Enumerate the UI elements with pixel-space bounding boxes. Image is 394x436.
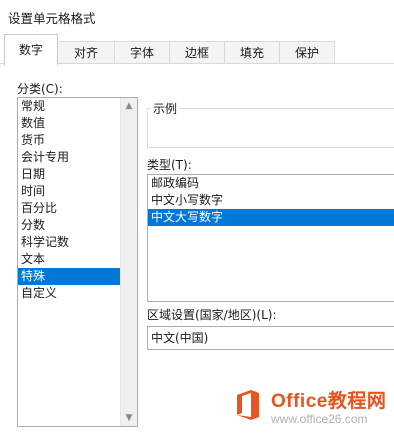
tab-border[interactable]: 边框 [169,41,225,64]
type-list-item[interactable]: 中文大写数字 [148,209,394,226]
tab-number[interactable]: 数字 [4,34,58,66]
type-listbox[interactable]: 邮政编码 中文小写数字 中文大写数字 [147,174,394,302]
tab-fill[interactable]: 填充 [224,41,280,64]
dialog-title: 设置单元格格式 [8,11,96,26]
tab-font[interactable]: 字体 [114,41,170,64]
tab-bar: 数字 对齐 字体 边框 填充 保护 [0,34,394,66]
locale-label: 区域设置(国家/地区)(L): [147,308,277,322]
watermark: Office教程网 www.office26.com [233,384,394,436]
type-label: 类型(T): [147,158,192,172]
type-list-item[interactable]: 中文小写数字 [148,192,394,209]
scroll-up-icon[interactable]: ▲ [121,98,137,114]
tab-protection[interactable]: 保护 [279,41,335,64]
watermark-brand: Office教程网 [271,391,387,412]
watermark-url: www.office26.com [271,412,368,426]
tab-alignment[interactable]: 对齐 [57,41,115,64]
category-listbox[interactable]: 常规 数值 货币 会计专用 日期 时间 百分比 分数 科学记数 文本 特殊 自定义 ▲ ▼ [17,97,138,427]
sample-group [147,108,394,148]
tab-divider [0,63,394,64]
office-logo-icon [237,390,259,420]
locale-select[interactable]: 中文(中国) [147,326,394,350]
sample-label: 示例 [151,100,180,117]
category-label: 分类(C): [17,82,63,96]
type-list-item[interactable]: 邮政编码 [148,175,394,192]
scroll-down-icon[interactable]: ▼ [121,410,137,426]
category-scrollbar[interactable]: ▲ ▼ [120,98,137,426]
type-items: 邮政编码 中文小写数字 中文大写数字 [148,175,394,226]
